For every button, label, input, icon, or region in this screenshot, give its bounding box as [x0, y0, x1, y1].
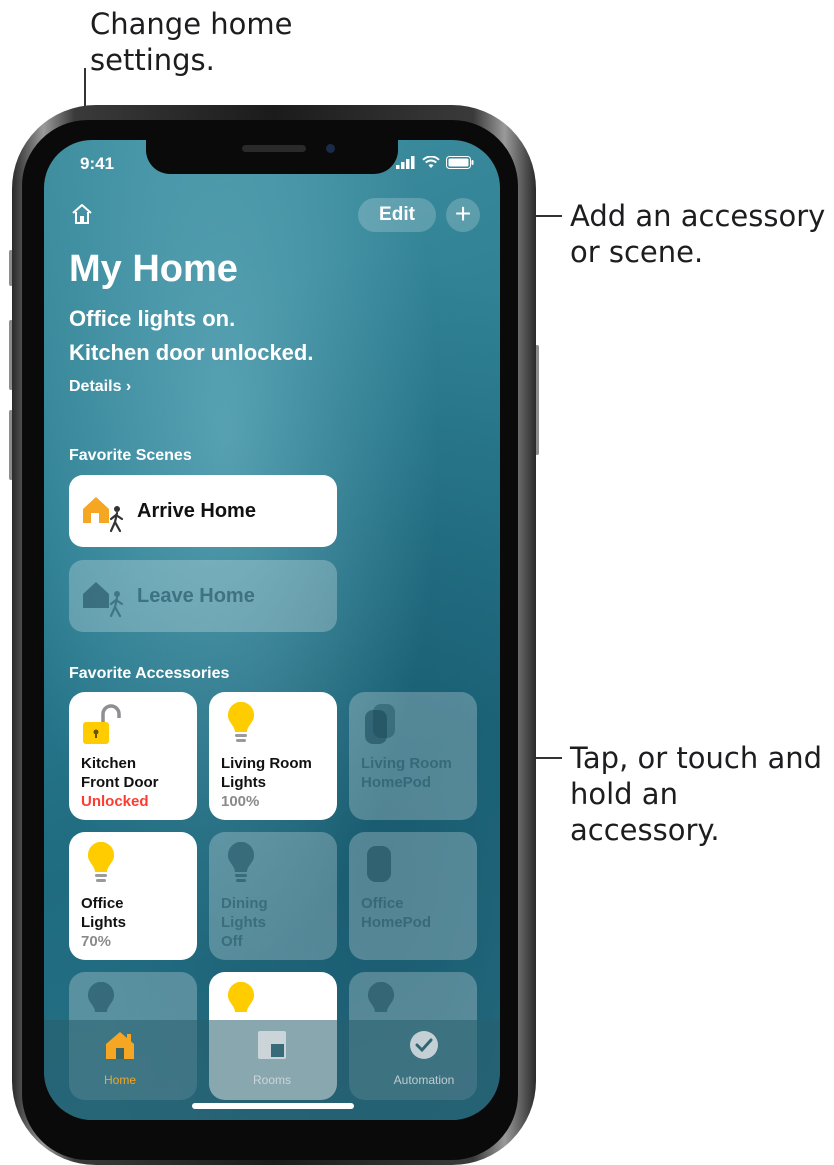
details-link[interactable]: Details › [69, 378, 131, 396]
status-icons [396, 156, 474, 169]
accessory-kitchen-front-door[interactable]: Kitchen Front Door Unlocked [69, 692, 197, 820]
accessory-status: Unlocked [81, 793, 149, 810]
accessory-office-homepod[interactable]: Office HomePod [349, 832, 477, 960]
tab-label: Home [103, 1073, 136, 1087]
accessory-name: Living Room [361, 755, 452, 772]
clock-icon [410, 1031, 438, 1059]
callout-add-accessory: Add an accessory or scene. [570, 199, 826, 269]
wifi-icon [422, 156, 440, 168]
favorite-scenes-title: Favorite Scenes [69, 447, 192, 464]
callout-tap-accessory: Tap, or touch and hold an accessory. [570, 741, 823, 847]
lightbulb-icon [227, 842, 255, 882]
homepod-icon [365, 704, 395, 744]
favorite-accessories-title: Favorite Accessories [69, 665, 230, 682]
accessory-name: Lights [81, 914, 126, 931]
callout-change-home-settings: Change home settings. [90, 7, 293, 77]
tab-label: Rooms [252, 1073, 291, 1087]
status-time: 9:41 [80, 154, 115, 173]
accessory-living-room-homepod[interactable]: Living Room HomePod [349, 692, 477, 820]
tab-automation[interactable]: Automation [364, 1028, 484, 1087]
home-status-line: Kitchen door unlocked. [69, 340, 314, 365]
lightbulb-icon [227, 702, 255, 742]
accessory-name: Office [81, 895, 124, 912]
tab-rooms[interactable]: Rooms [212, 1028, 332, 1087]
scene-label: Leave Home [137, 584, 255, 607]
accessory-status: 70% [81, 933, 112, 950]
scene-label: Arrive Home [137, 499, 256, 522]
accessory-name: HomePod [361, 914, 432, 931]
accessory-name: Dining [221, 895, 268, 912]
house-outline-icon[interactable] [70, 202, 94, 226]
accessory-dining-lights[interactable]: Dining Lights Off [209, 832, 337, 960]
accessory-office-lights[interactable]: Office Lights 70% [69, 832, 197, 960]
accessory-status: 100% [221, 793, 260, 810]
battery-icon [446, 156, 474, 169]
phone-screen: 9:41 Edit + My Home Office lights on. Ki… [44, 140, 500, 1120]
accessory-name: Kitchen [81, 755, 137, 772]
notch [146, 140, 398, 174]
tab-home[interactable]: Home [60, 1028, 180, 1087]
accessory-name: Living Room [221, 755, 312, 772]
leave-home-icon [83, 582, 124, 618]
tab-label: Automation [393, 1073, 455, 1087]
accessory-status: Off [221, 933, 243, 950]
scene-arrive-home[interactable]: Arrive Home [69, 475, 337, 547]
front-camera [326, 144, 335, 153]
home-status-line: Office lights on. [69, 306, 236, 331]
homepod-icon [367, 846, 391, 882]
edit-button[interactable]: Edit [358, 198, 436, 232]
house-filled-icon [106, 1032, 134, 1059]
lock-open-icon [83, 704, 121, 744]
accessory-name: Lights [221, 774, 266, 791]
accessory-name: Lights [221, 914, 266, 931]
lightbulb-icon [87, 842, 115, 882]
rooms-icon [258, 1031, 286, 1059]
accessory-name: Office [361, 895, 404, 912]
scene-leave-home[interactable]: Leave Home [69, 560, 337, 632]
page-title: My Home [69, 248, 238, 290]
accessory-name: HomePod [361, 774, 432, 791]
home-indicator [192, 1103, 354, 1109]
signal-icon [396, 156, 415, 169]
arrive-home-icon [83, 497, 124, 533]
accessory-name: Front Door [81, 774, 159, 791]
earpiece-speaker [242, 145, 306, 152]
accessory-living-room-lights[interactable]: Living Room Lights 100% [209, 692, 337, 820]
add-button[interactable]: + [446, 198, 480, 232]
